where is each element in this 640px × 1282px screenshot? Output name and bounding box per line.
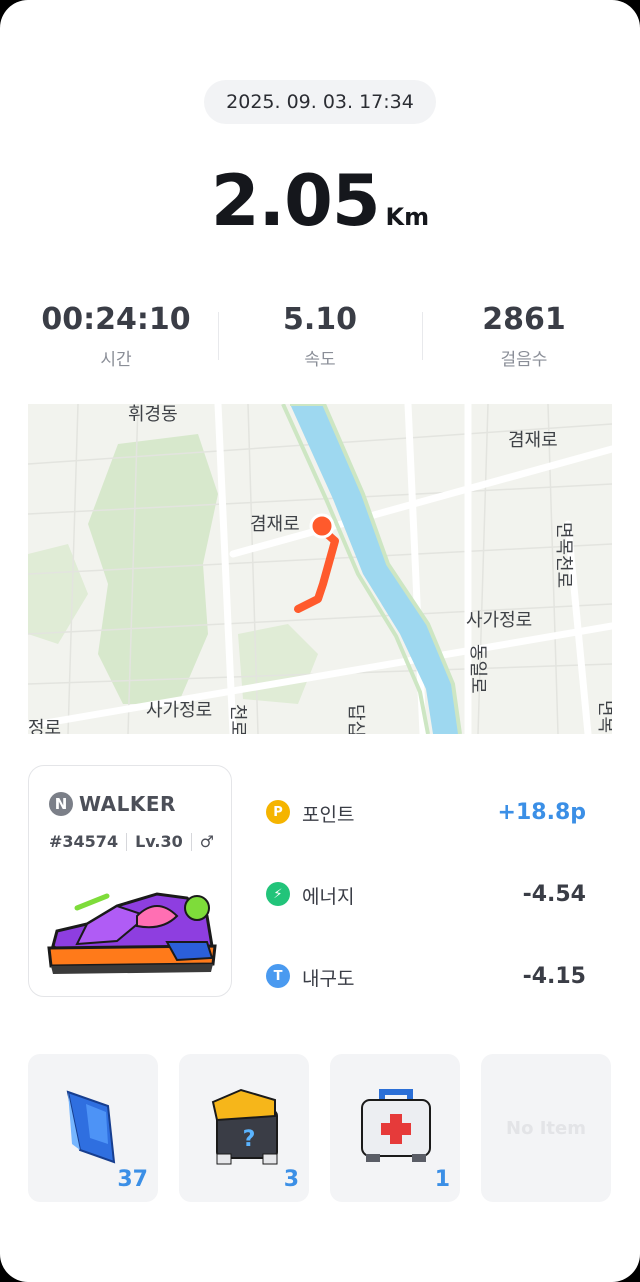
svg-text:?: ? (243, 1127, 256, 1152)
map-label-bottom-vertical-2: 천로 (227, 704, 248, 734)
meta-divider (126, 832, 128, 851)
no-item-label: No Item (506, 1118, 586, 1139)
map-label-top-left: 휘경동 (128, 404, 178, 425)
distance-unit: Km (385, 203, 430, 231)
rewards-list: P 포인트 +18.8p ⚡ 에너지 -4.54 T 내구도 -4.15 (266, 790, 586, 1036)
meta-divider (190, 832, 192, 851)
nft-meta: #34574 Lv.30 ♂ (49, 832, 214, 851)
route-start-marker (309, 513, 335, 539)
n-logo-icon: N (49, 792, 73, 816)
item-slot-crystal[interactable]: 37 (28, 1054, 158, 1202)
map-label-bottom-left: 정로 (28, 718, 61, 734)
gender-icon: ♂ (199, 832, 215, 851)
item-count: 37 (117, 1167, 148, 1192)
datetime-text: 2025. 09. 03. 17:34 (226, 91, 414, 113)
reward-value: -4.15 (522, 964, 586, 989)
stat-time-value: 00:24:10 (41, 302, 191, 337)
reward-name: 내구도 (302, 968, 355, 990)
item-slot-empty: No Item (481, 1054, 611, 1202)
map-label-top-right: 겸재로 (508, 430, 558, 451)
datetime-badge: 2025. 09. 03. 17:34 (204, 80, 436, 124)
point-icon: P (266, 800, 290, 824)
durability-icon: T (266, 964, 290, 988)
sneaker-icon (47, 892, 217, 974)
map-label-bottom-vertical-3: 답십 (345, 704, 366, 734)
reward-name: 에너지 (302, 886, 355, 908)
nft-brand: N WALKER (49, 792, 176, 816)
reward-name: 포인트 (302, 804, 355, 826)
nft-sneaker-card[interactable]: N WALKER #34574 Lv.30 ♂ (28, 765, 232, 997)
map-label-bottom-center: 사가정로 (146, 700, 212, 721)
distance-value: 2.05 (210, 160, 381, 242)
reward-row-points: P 포인트 +18.8p (266, 790, 586, 872)
stat-steps-label: 걸음수 (500, 350, 548, 370)
stat-speed: 5.10 속도 (218, 302, 422, 372)
stat-time: 00:24:10 시간 (14, 302, 218, 372)
reward-row-energy: ⚡ 에너지 -4.54 (266, 872, 586, 954)
distance-display: 2.05 Km (0, 160, 640, 242)
item-slot-mystery-box[interactable]: ? 3 (179, 1054, 309, 1202)
map-label-bottom-vertical-1: 동일로 (467, 644, 488, 694)
stat-time-label: 시간 (100, 350, 132, 370)
map-label-right-vertical: 면목천로 (553, 522, 574, 588)
route-map[interactable]: 휘경동 겸재로 겸재로 사가정로 사가정로 정로 면목천로 동일로 천로 답십 … (28, 404, 612, 734)
map-canvas: 휘경동 겸재로 겸재로 사가정로 사가정로 정로 면목천로 동일로 천로 답십 … (28, 404, 612, 734)
nft-level: Lv.30 (135, 832, 183, 851)
item-slot-first-aid-kit[interactable]: 1 (330, 1054, 460, 1202)
map-label-edge-right: 면목 (595, 700, 612, 733)
nft-brand-name: WALKER (79, 792, 176, 816)
reward-row-durability: T 내구도 -4.15 (266, 954, 586, 1036)
stats-row: 00:24:10 시간 5.10 속도 2861 걸음수 (14, 302, 626, 372)
item-count: 1 (434, 1167, 450, 1192)
reward-value: -4.54 (522, 882, 586, 907)
reward-value: +18.8p (497, 800, 586, 825)
item-count: 3 (283, 1167, 299, 1192)
stat-speed-label: 속도 (304, 350, 336, 370)
map-label-mid-right: 사가정로 (466, 610, 532, 631)
map-label-center: 겸재로 (250, 514, 300, 535)
run-summary-card: 2025. 09. 03. 17:34 2.05 Km 00:24:10 시간 5… (0, 0, 640, 1282)
stat-steps-value: 2861 (482, 302, 566, 337)
stat-speed-value: 5.10 (282, 302, 358, 337)
nft-id: #34574 (49, 832, 119, 851)
item-slots: 37 ? 3 1 No Item (28, 1054, 612, 1202)
energy-icon: ⚡ (266, 882, 290, 906)
stat-steps: 2861 걸음수 (422, 302, 626, 372)
